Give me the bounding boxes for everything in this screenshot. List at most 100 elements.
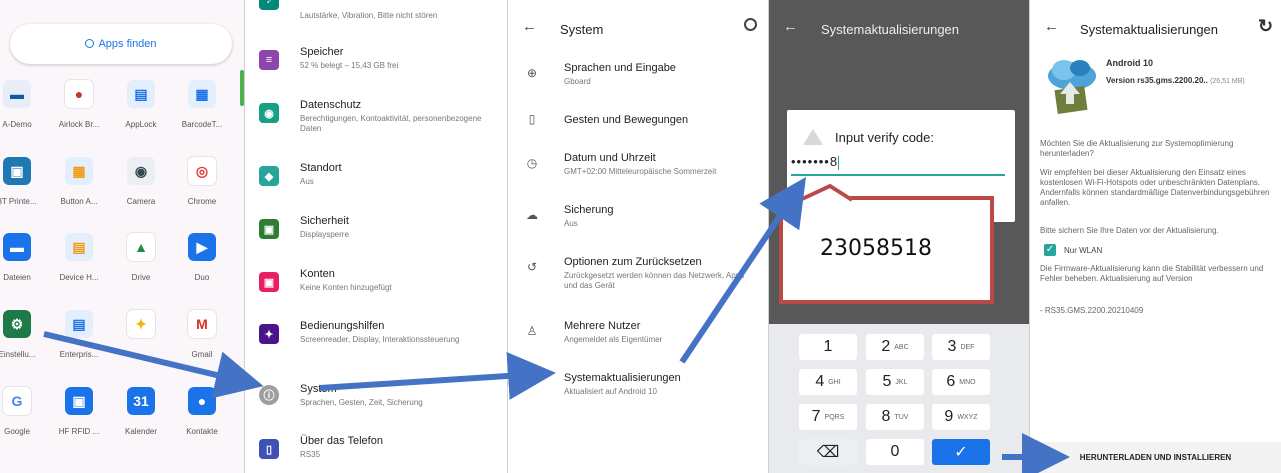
system-item-sicherung[interactable]: ☁ Sicherung Aus xyxy=(508,202,768,246)
system-item-datum-und-uhrzeit[interactable]: ◷ Datum und Uhrzeit GMT+02:00 Mitteleuropä… xyxy=(508,150,768,194)
system-item-title: Gesten und Bewegungen xyxy=(564,114,689,126)
checkmark-icon: ✓ xyxy=(954,444,968,461)
key-digit: 5 xyxy=(882,373,892,390)
app-icon-duo[interactable]: ▶ Duo xyxy=(171,233,233,282)
settings-item-icon: ▣ xyxy=(259,219,279,239)
app-label: HF RFID ... xyxy=(58,427,100,436)
key-6[interactable]: 6 MNO xyxy=(932,369,990,395)
app-glyph-icon: ● xyxy=(65,80,93,108)
search-icon[interactable] xyxy=(744,18,757,31)
app-icon-photos[interactable]: ✦ xyxy=(110,310,172,350)
wlan-checkbox[interactable]: ✓ xyxy=(1044,244,1056,256)
confirm-key[interactable]: ✓ xyxy=(932,439,990,465)
app-label: Airlock Br... xyxy=(58,120,100,129)
settings-item-bedienungshilfen[interactable]: ✦ Bedienungshilfen Screenreader, Display, … xyxy=(245,318,507,362)
app-icon-kalender[interactable]: 31 Kalender xyxy=(110,387,172,436)
key-3[interactable]: 3 DEF xyxy=(932,334,990,360)
page-title: System xyxy=(560,22,604,37)
app-icon-dateien[interactable]: ▬ Dateien xyxy=(0,233,48,282)
system-item-subtitle: Aktualisiert auf Android 10 xyxy=(564,387,657,396)
app-icon-camera[interactable]: ◉ Camera xyxy=(110,157,172,206)
key-9[interactable]: 9 WXYZ xyxy=(932,404,990,430)
app-icon-3t-printe[interactable]: ▣ 3T Printe... xyxy=(0,157,48,206)
settings-item-title: Sicherheit xyxy=(300,215,349,227)
verify-code-input[interactable]: •••••••8 xyxy=(791,154,1005,176)
app-icon-google[interactable]: G Google xyxy=(0,387,48,436)
settings-item-system[interactable]: ⓘ System Sprachen, Gesten, Zeit, Sicherung xyxy=(245,381,507,425)
key-1[interactable]: 1 xyxy=(799,334,857,360)
app-icon-device-h[interactable]: ▤ Device H... xyxy=(48,233,110,282)
key-5[interactable]: 5 JKL xyxy=(866,369,924,395)
settings-item-icon: ≡ xyxy=(259,50,279,70)
key-digit: 4 xyxy=(815,373,825,390)
app-icon-barcodet[interactable]: ▦ BarcodeT... xyxy=(171,80,233,129)
key-8[interactable]: 8 TUV xyxy=(866,404,924,430)
system-item-subtitle: GMT+02:00 Mitteleuropäische Sommerzeit xyxy=(564,167,717,176)
settings-item-speicher[interactable]: ≡ Speicher 52 % belegt – 15,43 GB frei xyxy=(245,44,507,88)
app-icon-enterpris[interactable]: ▤ Enterpris... xyxy=(48,310,110,359)
target-version: - RS35.GMS.2200.20210409 xyxy=(1040,306,1144,315)
key-letters: WXYZ xyxy=(957,413,978,421)
settings-item-icon: ⓘ xyxy=(259,385,279,405)
dialog-title: Input verify code: xyxy=(835,130,934,145)
system-item-sprachen-und-eingabe[interactable]: ⊕ Sprachen und Eingabe Gboard xyxy=(508,60,768,104)
app-label: BarcodeT... xyxy=(181,120,223,129)
key-letters: TUV xyxy=(894,413,909,421)
download-size: (26,51 MB) xyxy=(1210,78,1245,85)
app-label: A-Demo xyxy=(2,120,32,129)
update-panel: ← Systemaktualisierungen ↻ Android 10 Ve… xyxy=(1030,0,1281,473)
app-glyph-icon: ▣ xyxy=(65,387,93,415)
app-icon-a-demo[interactable]: ▬ A-Demo xyxy=(0,80,48,129)
app-icon-hf-rfid[interactable]: ▣ HF RFID ... xyxy=(48,387,110,436)
refresh-icon[interactable]: ↻ xyxy=(1258,16,1273,37)
key-digit: 7 xyxy=(811,408,821,425)
app-icon-kontakte[interactable]: ● Kontakte xyxy=(171,387,233,436)
app-glyph-icon: ▦ xyxy=(65,157,93,185)
back-arrow-icon[interactable]: ← xyxy=(522,18,537,35)
system-item-optionen-zum-zur-cksetzen[interactable]: ↺ Optionen zum Zurücksetzen Zurückgesetzt … xyxy=(508,254,768,298)
app-glyph-icon: ● xyxy=(188,387,216,415)
settings-top-partial: Lautstärke, Vibration, Bitte nicht störe… xyxy=(300,11,438,20)
app-icon-button-a[interactable]: ▦ Button A... xyxy=(48,157,110,206)
app-glyph-icon: ▤ xyxy=(127,80,155,108)
app-glyph-icon: ▲ xyxy=(127,233,155,261)
key-digit: 9 xyxy=(944,408,954,425)
system-item-subtitle: Gboard xyxy=(564,77,591,86)
app-icon-drive[interactable]: ▲ Drive xyxy=(110,233,172,282)
page-title: Systemaktualisierungen xyxy=(821,22,960,37)
back-arrow-icon[interactable]: ← xyxy=(1044,18,1059,35)
key-2[interactable]: 2 ABC xyxy=(866,334,924,360)
app-icon-gmail[interactable]: M Gmail xyxy=(171,310,233,359)
settings-item-title: Konten xyxy=(300,268,335,280)
android-version: Android 10 xyxy=(1106,58,1154,68)
settings-item-subtitle: RS35 xyxy=(300,450,321,459)
settings-item-sicherheit[interactable]: ▣ Sicherheit Displaysperre xyxy=(245,213,507,257)
download-install-label: HERUNTERLADEN UND INSTALLIEREN xyxy=(1079,453,1232,462)
backspace-key[interactable]: ⌫ xyxy=(799,439,857,465)
app-glyph-icon: ▦ xyxy=(188,80,216,108)
settings-item--ber-das-telefon[interactable]: ▯ Über das Telefon RS35 xyxy=(245,433,507,473)
settings-item-standort[interactable]: ◆ Standort Aus xyxy=(245,160,507,204)
key-0[interactable]: 0 xyxy=(866,439,924,465)
back-arrow-icon[interactable]: ← xyxy=(783,18,798,35)
settings-item-konten[interactable]: ▣ Konten Keine Konten hinzugefügt xyxy=(245,266,507,310)
system-item-mehrere-nutzer[interactable]: ♙ Mehrere Nutzer Angemeldet als Eigentümer xyxy=(508,318,768,362)
app-icon-chrome[interactable]: ◎ Chrome xyxy=(171,157,233,206)
system-item-icon: ♙ xyxy=(526,324,538,338)
key-4[interactable]: 4 GHI xyxy=(799,369,857,395)
system-item-title: Datum und Uhrzeit xyxy=(564,152,656,164)
search-icon xyxy=(85,38,95,48)
settings-item-title: Über das Telefon xyxy=(300,435,383,447)
system-item-icon: ☁ xyxy=(526,208,538,222)
app-label: Einstellu... xyxy=(0,350,36,359)
app-icon-einstellu[interactable]: ⚙ Einstellu... xyxy=(0,310,48,359)
settings-item-datenschutz[interactable]: ◉ Datenschutz Berechtigungen, Kontoaktivit… xyxy=(245,97,507,141)
system-item-systemaktualisierungen[interactable]: Systemaktualisierungen Aktualisiert auf A… xyxy=(508,370,768,414)
apps-search-box[interactable]: Apps finden xyxy=(10,24,232,64)
settings-item-subtitle: Keine Konten hinzugefügt xyxy=(300,283,392,292)
apps-search-label: Apps finden xyxy=(98,38,157,50)
download-install-button[interactable]: HERUNTERLADEN UND INSTALLIEREN xyxy=(1030,442,1281,473)
app-icon-airlock-br[interactable]: ● Airlock Br... xyxy=(48,80,110,129)
key-7[interactable]: 7 PQRS xyxy=(799,404,857,430)
app-icon-applock[interactable]: ▤ AppLock xyxy=(110,80,172,129)
